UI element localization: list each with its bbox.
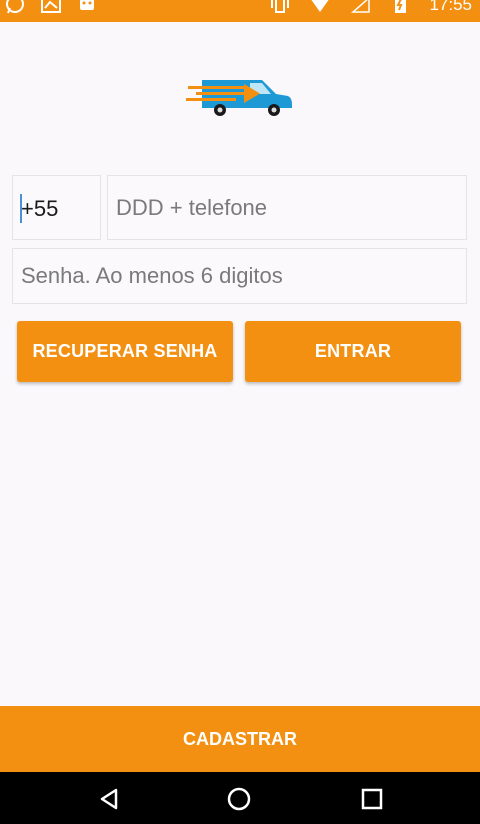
- country-code-field[interactable]: +55: [12, 175, 101, 240]
- navigation-bar: [0, 772, 480, 824]
- status-left-icons: [4, 0, 98, 14]
- app-logo: [186, 80, 292, 116]
- status-right-icons: 17:55: [269, 0, 472, 14]
- register-button[interactable]: CADASTRAR: [0, 706, 480, 772]
- back-icon[interactable]: [96, 786, 122, 812]
- recent-apps-icon[interactable]: [359, 786, 385, 812]
- message-icon: [80, 0, 94, 10]
- image-icon: [41, 0, 61, 13]
- wifi-icon: [311, 0, 330, 12]
- status-time: 17:55: [429, 0, 472, 14]
- password-input[interactable]: [13, 249, 466, 303]
- recover-password-button[interactable]: RECUPERAR SENHA: [17, 321, 233, 382]
- phone-field[interactable]: [107, 175, 467, 240]
- no-signal-icon: [351, 0, 371, 13]
- whatsapp-icon: [6, 0, 24, 14]
- phone-input[interactable]: [108, 176, 466, 239]
- vibrate-icon: [271, 0, 290, 13]
- status-bar: 17:55: [0, 0, 480, 22]
- country-code-value: +55: [21, 196, 59, 221]
- password-field[interactable]: [12, 248, 467, 304]
- enter-button[interactable]: ENTRAR: [245, 321, 461, 382]
- battery-icon: [395, 0, 407, 13]
- home-icon[interactable]: [226, 786, 252, 812]
